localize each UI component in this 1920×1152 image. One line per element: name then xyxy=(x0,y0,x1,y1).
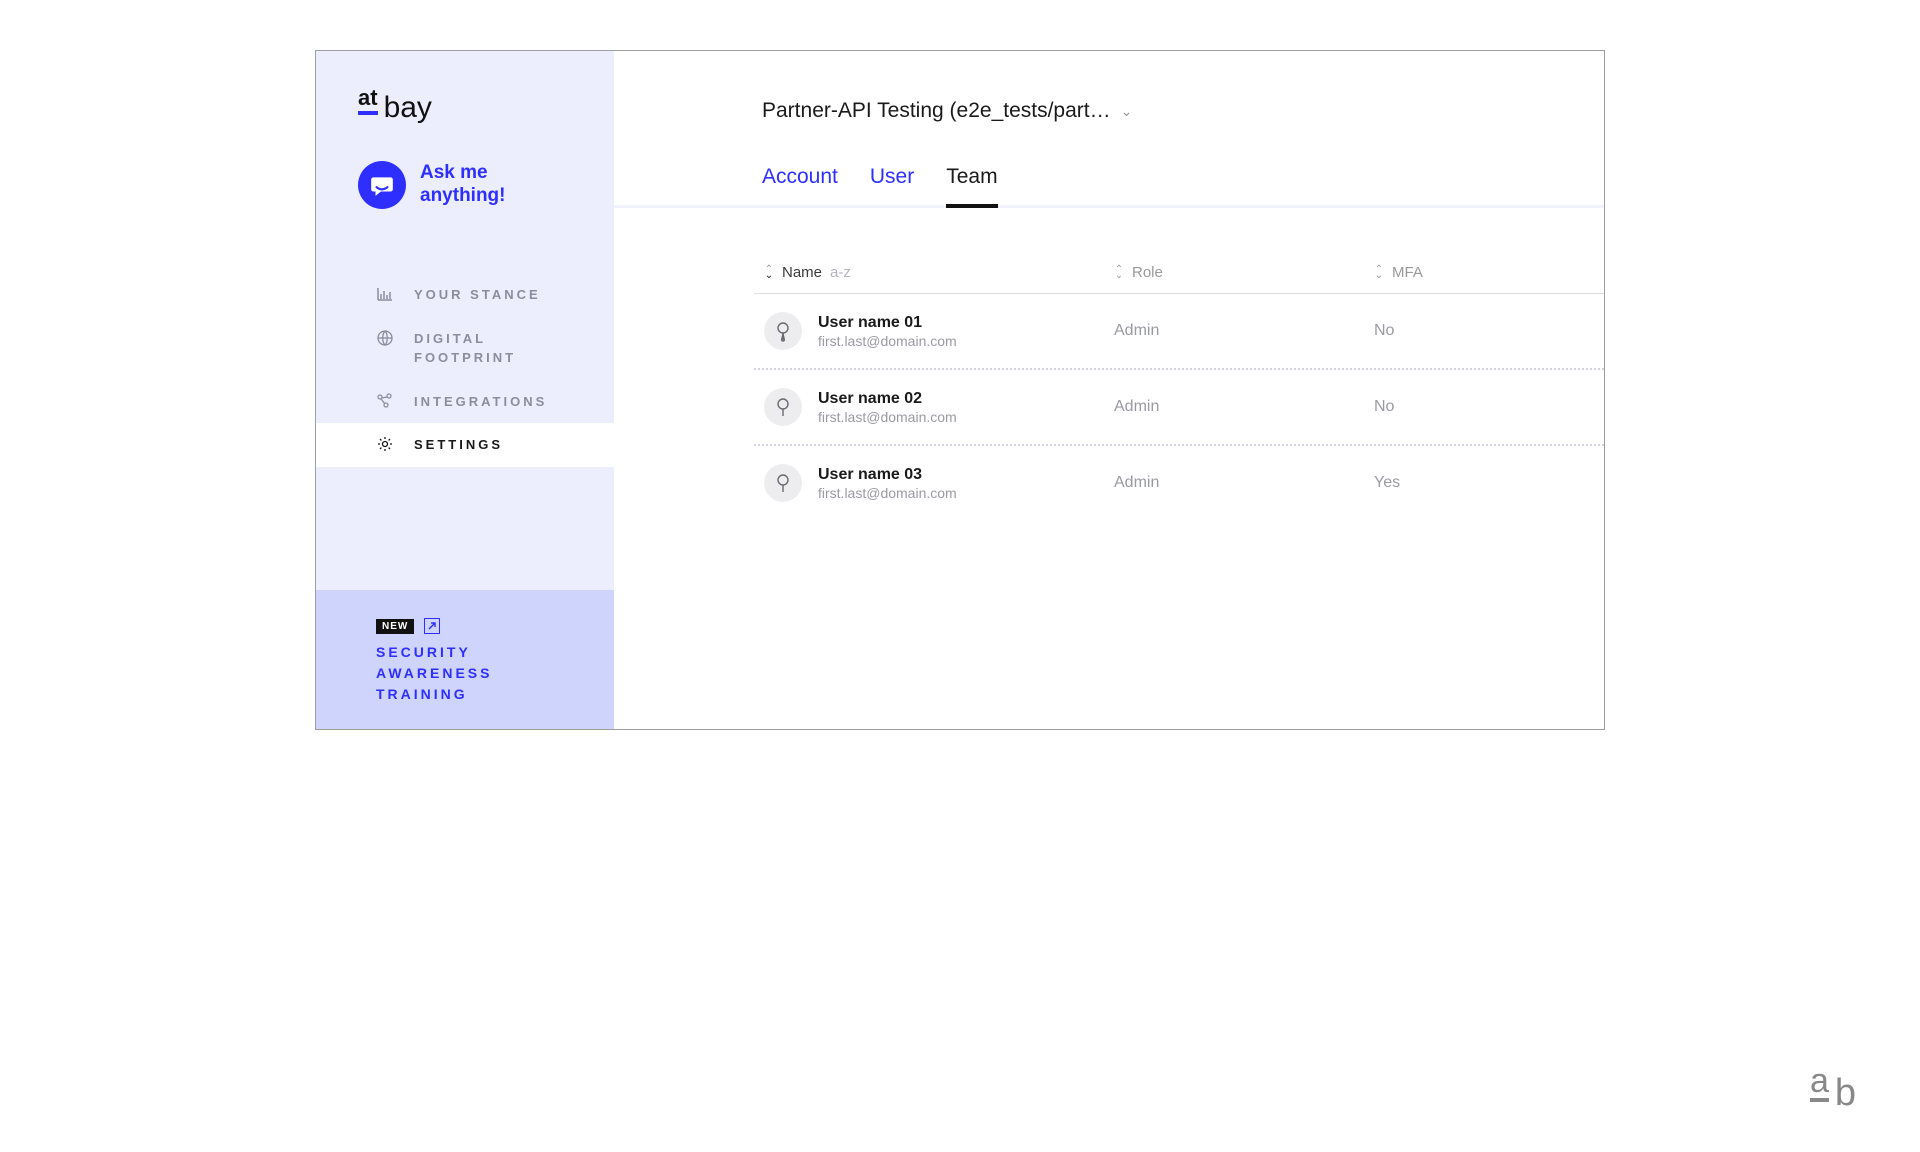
user-role: Admin xyxy=(1114,322,1374,340)
tab-account[interactable]: Account xyxy=(762,165,838,205)
avatar xyxy=(764,388,802,426)
tab-team[interactable]: Team xyxy=(946,165,997,205)
user-role: Admin xyxy=(1114,398,1374,416)
footer-logo-a: a xyxy=(1810,1064,1829,1102)
sort-icon: ⌃⌄ xyxy=(1374,267,1384,278)
sort-icon: ⌃⌄ xyxy=(1114,267,1124,278)
table-row[interactable]: User name 01 first.last@domain.com Admin… xyxy=(754,294,1604,370)
sidebar: at bay Ask me anything! xyxy=(316,51,614,729)
column-header-mfa[interactable]: ⌃⌄ MFA xyxy=(1374,264,1604,281)
sidebar-item-your-stance[interactable]: YOUR STANCE xyxy=(316,273,614,317)
ask-me-anything-label: Ask me anything! xyxy=(420,162,506,208)
user-mfa: No xyxy=(1374,322,1604,340)
column-header-name[interactable]: ⌃⌄ Name a-z xyxy=(764,264,1114,281)
sidebar-item-label: YOUR STANCE xyxy=(414,285,541,305)
sidebar-item-digital-footprint[interactable]: DIGITAL FOOTPRINT xyxy=(316,317,614,380)
team-table: ⌃⌄ Name a-z ⌃⌄ Role ⌃⌄ MFA xyxy=(614,208,1604,520)
footer-logo: a b xyxy=(1810,1064,1856,1112)
security-training-promo[interactable]: NEW SECURITY AWARENESS TRAINING xyxy=(316,590,614,729)
ask-me-anything-button[interactable]: Ask me anything! xyxy=(316,133,614,233)
main-content: Partner-API Testing (e2e_tests/part… ⌄ A… xyxy=(614,51,1604,729)
table-header-row: ⌃⌄ Name a-z ⌃⌄ Role ⌃⌄ MFA xyxy=(754,264,1604,294)
user-role: Admin xyxy=(1114,474,1374,492)
sidebar-item-label: SETTINGS xyxy=(414,435,503,455)
gear-icon xyxy=(376,435,394,453)
sidebar-item-label: DIGITAL FOOTPRINT xyxy=(414,329,594,368)
user-mfa: Yes xyxy=(1374,474,1604,492)
globe-icon xyxy=(376,329,394,347)
table-row[interactable]: User name 03 first.last@domain.com Admin… xyxy=(754,446,1604,520)
logo: at bay xyxy=(316,51,614,133)
chat-icon xyxy=(358,161,406,209)
logo-part-at: at xyxy=(358,87,378,115)
footer-logo-b: b xyxy=(1835,1074,1856,1112)
tab-user[interactable]: User xyxy=(870,165,914,205)
user-name: User name 02 xyxy=(818,390,957,408)
external-link-icon xyxy=(424,618,440,634)
table-row[interactable]: User name 02 first.last@domain.com Admin… xyxy=(754,370,1604,446)
column-label: Name xyxy=(782,264,822,281)
user-email: first.last@domain.com xyxy=(818,409,957,425)
column-label: Role xyxy=(1132,264,1163,281)
promo-title: SECURITY AWARENESS TRAINING xyxy=(376,642,594,705)
settings-tabs: Account User Team xyxy=(614,123,1604,208)
new-badge: NEW xyxy=(376,619,414,634)
user-email: first.last@domain.com xyxy=(818,333,957,349)
user-email: first.last@domain.com xyxy=(818,485,957,501)
avatar xyxy=(764,312,802,350)
user-name: User name 01 xyxy=(818,314,957,332)
sidebar-item-settings[interactable]: SETTINGS xyxy=(316,423,614,467)
column-sort-hint: a-z xyxy=(830,264,851,281)
sidebar-item-integrations[interactable]: INTEGRATIONS xyxy=(316,380,614,424)
sidebar-nav: YOUR STANCE DIGITAL FOOTPRINT xyxy=(316,233,614,467)
sidebar-item-label: INTEGRATIONS xyxy=(414,392,547,412)
logo-part-bay: bay xyxy=(384,93,432,123)
org-selector[interactable]: Partner-API Testing (e2e_tests/part… ⌄ xyxy=(614,99,1604,123)
avatar xyxy=(764,464,802,502)
column-header-role[interactable]: ⌃⌄ Role xyxy=(1114,264,1374,281)
bar-chart-icon xyxy=(376,285,394,303)
sort-icon: ⌃⌄ xyxy=(764,267,774,278)
column-label: MFA xyxy=(1392,264,1423,281)
org-selector-label: Partner-API Testing (e2e_tests/part… xyxy=(762,99,1111,123)
user-mfa: No xyxy=(1374,398,1604,416)
nodes-icon xyxy=(376,392,394,410)
chevron-down-icon: ⌄ xyxy=(1121,103,1133,120)
user-name: User name 03 xyxy=(818,466,957,484)
app-frame: at bay Ask me anything! xyxy=(315,50,1605,730)
